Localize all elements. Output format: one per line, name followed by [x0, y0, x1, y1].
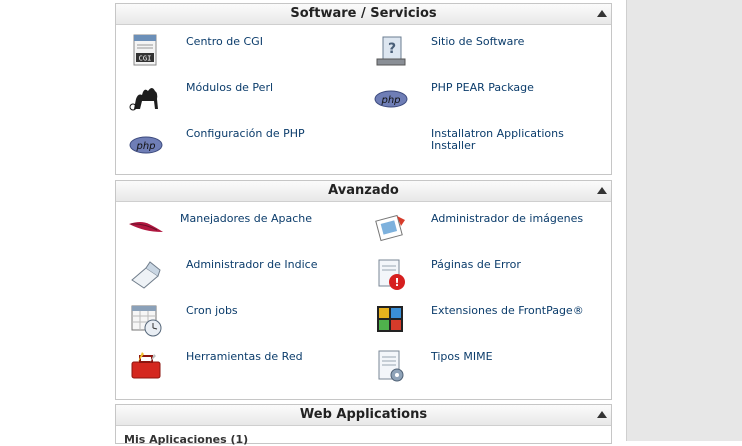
- collapse-arrow-icon[interactable]: [597, 187, 607, 194]
- software-site-link[interactable]: ? Sitio de Software: [373, 33, 603, 73]
- item-label: Centro de CGI: [186, 35, 263, 48]
- cgi-script-icon: CGI: [133, 34, 157, 66]
- index-manager-icon: [131, 261, 161, 289]
- network-toolbox-icon: [131, 352, 161, 379]
- item-label: Páginas de Error: [431, 258, 521, 271]
- perl-camel-icon: [129, 88, 158, 111]
- item-label: Configuración de PHP: [186, 127, 305, 140]
- item-label: PHP PEAR Package: [431, 81, 534, 94]
- item-label: Tipos MIME: [431, 350, 493, 363]
- apache-handlers-link[interactable]: Manejadores de Apache: [122, 210, 352, 250]
- error-pages-icon: !: [378, 259, 405, 290]
- item-label: Administrador de imágenes: [431, 212, 584, 225]
- cron-calendar-icon: [131, 305, 162, 337]
- php-pear-link[interactable]: php PHP PEAR Package: [373, 79, 603, 119]
- error-pages-link[interactable]: ! Páginas de Error: [373, 256, 603, 296]
- image-manager-icon: [375, 214, 405, 242]
- image-manager-link[interactable]: Administrador de imágenes: [373, 210, 603, 250]
- svg-text:php: php: [380, 95, 400, 106]
- web-applications-header[interactable]: Web Applications: [116, 405, 611, 426]
- svg-text:php: php: [135, 141, 155, 152]
- advanced-header[interactable]: Avanzado: [116, 181, 611, 202]
- svg-text:CGI: CGI: [139, 55, 152, 63]
- right-pane: [626, 0, 742, 441]
- frontpage-extensions-link[interactable]: Extensiones de FrontPage®: [373, 302, 603, 342]
- section-title: Avanzado: [328, 183, 399, 198]
- php-config-icon: php: [129, 136, 163, 154]
- item-label: Sitio de Software: [431, 35, 525, 48]
- collapse-arrow-icon[interactable]: [597, 411, 607, 418]
- item-label: Cron jobs: [186, 304, 238, 317]
- mime-types-link[interactable]: Tipos MIME: [373, 348, 603, 388]
- software-services-header[interactable]: Software / Servicios: [116, 4, 611, 25]
- section-title: Software / Servicios: [290, 6, 437, 21]
- cgi-center-link[interactable]: CGI Centro de CGI: [128, 33, 358, 73]
- item-label: Módulos de Perl: [186, 81, 274, 94]
- frontpage-icon: [377, 306, 403, 332]
- software-site-icon: ?: [376, 36, 406, 66]
- installatron-link[interactable]: Installatron Applications Installer: [373, 125, 603, 165]
- mime-types-icon: [378, 350, 404, 382]
- apache-feather-icon: [129, 222, 163, 232]
- item-label: Extensiones de FrontPage®: [431, 304, 584, 317]
- perl-modules-link[interactable]: Módulos de Perl: [128, 79, 358, 119]
- svg-text:!: !: [394, 276, 399, 289]
- item-label: Installatron Applications Installer: [431, 127, 564, 152]
- my-applications-link[interactable]: Mis Aplicaciones (1): [124, 433, 248, 446]
- installatron-icon: [373, 125, 409, 161]
- item-label: Manejadores de Apache: [180, 212, 313, 225]
- cron-jobs-link[interactable]: Cron jobs: [128, 302, 358, 342]
- php-config-link[interactable]: php Configuración de PHP: [128, 125, 358, 165]
- section-title: Web Applications: [299, 407, 428, 422]
- collapse-arrow-icon[interactable]: [597, 10, 607, 17]
- index-manager-link[interactable]: Administrador de Indice: [128, 256, 358, 296]
- software-services-panel: Software / Servicios CGI Centro de CGI ?…: [115, 3, 612, 175]
- network-tools-link[interactable]: Herramientas de Red: [128, 348, 358, 388]
- item-label: Administrador de Indice: [186, 258, 318, 271]
- advanced-panel: Avanzado Manejadores de Apache Administr…: [115, 180, 612, 400]
- svg-text:?: ?: [388, 41, 396, 57]
- item-label: Herramientas de Red: [186, 350, 303, 363]
- php-pear-icon: php: [374, 90, 408, 108]
